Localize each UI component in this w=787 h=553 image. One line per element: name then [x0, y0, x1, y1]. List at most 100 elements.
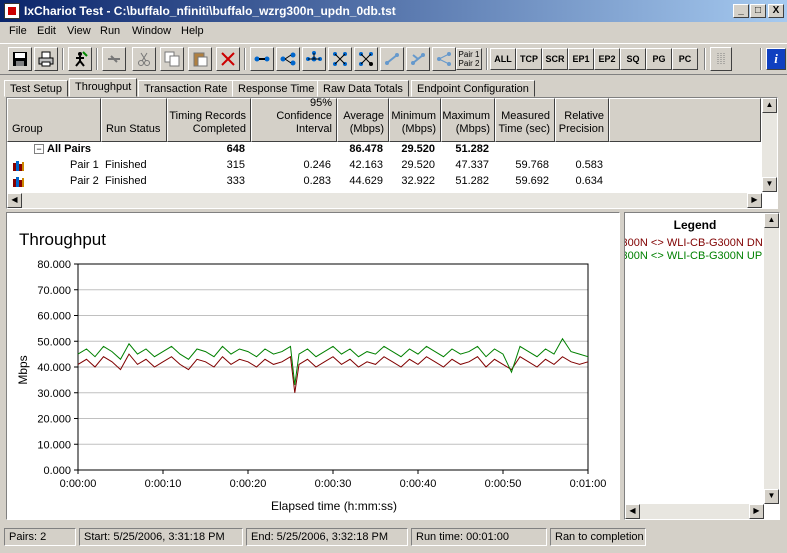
- col-header-confidence[interactable]: 95% Confidence Interval: [251, 98, 337, 142]
- toolbar-separator: [96, 48, 98, 70]
- y-tick-label: 40.000: [37, 362, 71, 374]
- pair-icon[interactable]: [250, 47, 274, 71]
- scroll-down-icon[interactable]: ▼: [764, 489, 779, 504]
- y-tick-label: 0.000: [43, 465, 71, 477]
- y-tick-label: 80.000: [37, 259, 71, 271]
- x-tick-label: 0:00:40: [400, 478, 437, 490]
- title-bar: IxChariot Test - C:\buffalo_nfiniti\buff…: [0, 0, 787, 22]
- chart-pane: Throughput Elapsed time (h:mm:ss) Mbps 0…: [6, 212, 620, 520]
- col-header-minimum[interactable]: Minimum (Mbps): [389, 98, 441, 142]
- col-header-measured-time[interactable]: Measured Time (sec): [495, 98, 555, 142]
- toolbar: Pair 1 Pair 2 ALL TCP SCR EP1 EP2 SQ PG …: [0, 43, 787, 75]
- app-icon[interactable]: [4, 3, 20, 19]
- filter-sq-button[interactable]: SQ: [620, 48, 646, 70]
- tab-throughput[interactable]: Throughput: [69, 78, 138, 97]
- y-tick-label: 20.000: [37, 414, 71, 426]
- collapse-icon[interactable]: −: [34, 144, 44, 154]
- legend-horizontal-scrollbar[interactable]: ◀ ▶: [625, 504, 764, 519]
- status-pairs: Pairs: 2: [4, 528, 76, 546]
- paste-icon[interactable]: [188, 47, 212, 71]
- toolbar-separator: [62, 48, 64, 70]
- y-tick-label: 60.000: [37, 311, 71, 323]
- pair-multi-icon[interactable]: [276, 47, 300, 71]
- clear-icon[interactable]: [216, 47, 240, 71]
- legend-pane: Legend G300N <> WLI-CB-G300N DN G300N <>…: [624, 212, 780, 520]
- copy-icon[interactable]: [160, 47, 184, 71]
- delete-icon[interactable]: [102, 47, 126, 71]
- menu-file[interactable]: File: [9, 25, 27, 37]
- mesh-icon[interactable]: [328, 47, 352, 71]
- y-tick-label: 70.000: [37, 285, 71, 297]
- scroll-right-icon[interactable]: ▶: [747, 193, 762, 208]
- series-line-2: [77, 337, 589, 386]
- scroll-up-icon[interactable]: ▲: [762, 98, 777, 113]
- col-header-timing-records[interactable]: Timing Records Completed: [167, 98, 251, 142]
- scroll-right-icon[interactable]: ▶: [749, 504, 764, 519]
- run-icon[interactable]: [68, 47, 92, 71]
- y-tick-label: 30.000: [37, 388, 71, 400]
- y-tick-label: 50.000: [37, 336, 71, 348]
- status-bar: Pairs: 2 Start: 5/25/2006, 3:31:18 PM En…: [0, 527, 787, 549]
- bidirectional-icon[interactable]: [380, 47, 404, 71]
- status-end: End: 5/25/2006, 3:32:18 PM: [246, 528, 408, 546]
- scroll-left-icon[interactable]: ◀: [625, 504, 640, 519]
- legend-item-dn[interactable]: G300N <> WLI-CB-G300N DN: [625, 237, 763, 249]
- window-title: IxChariot Test - C:\buffalo_nfiniti\buff…: [24, 4, 396, 18]
- multicast-icon[interactable]: [432, 47, 456, 71]
- filter-pc-button[interactable]: PC: [672, 48, 698, 70]
- table-horizontal-scrollbar[interactable]: ◀ ▶: [7, 193, 762, 208]
- tab-raw-data-totals[interactable]: Raw Data Totals: [317, 80, 409, 97]
- col-header-run-status[interactable]: Run Status: [101, 98, 167, 142]
- pair-toggle-label-1: Pair 1: [458, 50, 480, 59]
- maximize-button[interactable]: □: [750, 4, 766, 18]
- col-header-maximum[interactable]: Maximum (Mbps): [441, 98, 495, 142]
- series-line-1: [77, 353, 589, 393]
- scroll-left-icon[interactable]: ◀: [7, 193, 22, 208]
- print-icon[interactable]: [34, 47, 58, 71]
- save-icon[interactable]: [8, 47, 32, 71]
- cut-icon[interactable]: [132, 47, 156, 71]
- tab-test-setup[interactable]: Test Setup: [4, 80, 68, 97]
- results-table: Group Run Status Timing Records Completed…: [6, 97, 778, 209]
- chart-title: Throughput: [19, 230, 106, 249]
- plot-area: 0.000 10.000 20.000 30.000 40.000 50.000 60.00…: [37, 259, 606, 490]
- mesh-edit-icon[interactable]: [354, 47, 378, 71]
- minimize-button[interactable]: _: [733, 4, 749, 18]
- tab-response-time[interactable]: Response Time: [232, 80, 321, 97]
- col-header-empty: [609, 98, 761, 142]
- close-button[interactable]: X: [768, 4, 784, 18]
- filter-ep1-button[interactable]: EP1: [568, 48, 594, 70]
- pair-toggle-button[interactable]: Pair 1 Pair 2: [456, 48, 482, 70]
- menu-view[interactable]: View: [67, 25, 91, 37]
- col-header-group[interactable]: Group: [7, 98, 101, 142]
- table-vertical-scrollbar[interactable]: ▲ ▼: [762, 98, 777, 192]
- info-button[interactable]: i: [766, 48, 786, 70]
- x-tick-label: 0:00:30: [315, 478, 352, 490]
- toolbar-separator: [486, 48, 488, 70]
- scroll-up-icon[interactable]: ▲: [764, 213, 779, 228]
- y-axis-label: Mbps: [16, 355, 30, 384]
- col-header-average[interactable]: Average (Mbps): [337, 98, 389, 142]
- grip-icon: [710, 47, 732, 71]
- filter-scr-button[interactable]: SCR: [542, 48, 568, 70]
- menu-edit[interactable]: Edit: [37, 25, 56, 37]
- tab-transaction-rate[interactable]: Transaction Rate: [138, 80, 234, 97]
- x-tick-label: 0:00:20: [230, 478, 267, 490]
- filter-tcp-button[interactable]: TCP: [516, 48, 542, 70]
- legend-vertical-scrollbar[interactable]: ▲ ▼: [764, 213, 779, 504]
- bidirectional-edit-icon[interactable]: [406, 47, 430, 71]
- menu-window[interactable]: Window: [132, 25, 171, 37]
- menu-bar: File Edit View Run Window Help: [0, 22, 787, 41]
- filter-all-button[interactable]: ALL: [490, 48, 516, 70]
- tab-endpoint-configuration[interactable]: Endpoint Configuration: [411, 80, 535, 97]
- menu-help[interactable]: Help: [181, 25, 204, 37]
- toolbar-separator: [244, 48, 246, 70]
- legend-item-up[interactable]: G300N <> WLI-CB-G300N UP: [625, 250, 762, 262]
- network-icon[interactable]: [302, 47, 326, 71]
- status-start: Start: 5/25/2006, 3:31:18 PM: [79, 528, 243, 546]
- menu-run[interactable]: Run: [100, 25, 120, 37]
- col-header-relative-precision[interactable]: Relative Precision: [555, 98, 609, 142]
- filter-ep2-button[interactable]: EP2: [594, 48, 620, 70]
- filter-pg-button[interactable]: PG: [646, 48, 672, 70]
- scroll-down-icon[interactable]: ▼: [762, 177, 777, 192]
